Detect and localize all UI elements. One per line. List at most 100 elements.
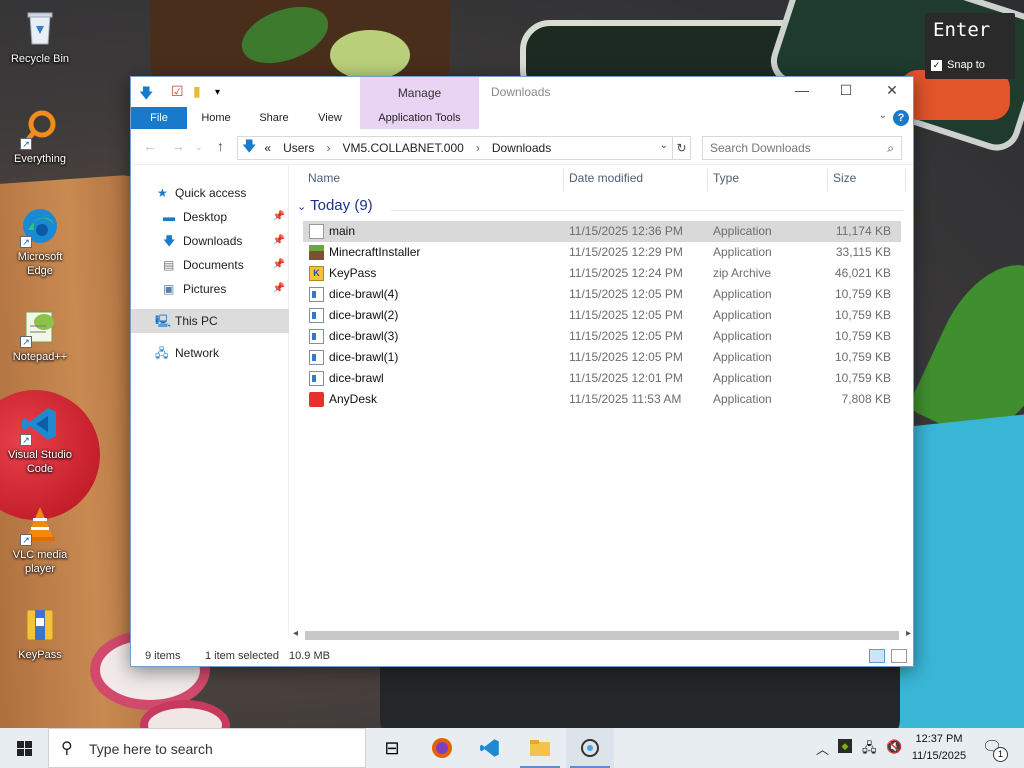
desktop-icon-recycle-bin[interactable]: Recycle Bin <box>4 8 76 66</box>
breadcrumb-downloads[interactable]: Downloads <box>492 141 551 155</box>
horizontal-scrollbar[interactable]: ◂ ▸ <box>291 628 913 642</box>
file-row[interactable]: dice-brawl 11/15/2025 12:01 PM Application… <box>303 368 901 389</box>
file-date-modified: 11/15/2025 12:29 PM <box>569 245 683 259</box>
breadcrumb-vm5[interactable]: VM5.COLLABNET.000 <box>342 141 463 155</box>
scroll-right-icon[interactable]: ▸ <box>906 628 911 639</box>
clock[interactable]: 12:37 PM 11/15/2025 <box>908 731 970 765</box>
nav-documents[interactable]: ▤ Documents 📌 <box>131 253 289 277</box>
desktop-icon-vscode[interactable]: ↗ Visual Studio Code <box>4 404 76 476</box>
file-row[interactable]: AnyDesk 11/15/2025 11:53 AM Application 7,8… <box>303 389 901 410</box>
tab-home[interactable]: Home <box>191 107 241 129</box>
column-header-date-modified[interactable]: Date modified <box>569 165 643 191</box>
tab-application-tools[interactable]: Application Tools <box>360 107 479 129</box>
details-view-icon[interactable] <box>869 649 885 663</box>
address-bar[interactable]: 🡇 « Users › VM5.COLLABNET.000 › Download… <box>237 136 673 160</box>
firefox-icon[interactable] <box>418 728 466 768</box>
nav-quick-access[interactable]: ★ Quick access <box>131 181 289 205</box>
desktop-icon-notepad-plus-plus[interactable]: ↗ Notepad++ <box>4 306 76 364</box>
file-size: 10,759 KB <box>834 371 891 385</box>
file-date-modified: 11/15/2025 12:05 PM <box>569 287 683 301</box>
nav-downloads[interactable]: 🡇 Downloads 📌 <box>131 229 289 253</box>
desktop-icon-everything[interactable]: ↗ Everything <box>4 108 76 166</box>
forward-button[interactable]: → <box>171 138 185 154</box>
status-bar: 9 items 1 item selected 10.9 MB <box>131 645 913 667</box>
everything-search-icon: ↗ <box>20 108 60 150</box>
file-row[interactable]: dice-brawl(3) 11/15/2025 12:05 PM Applicat… <box>303 326 901 347</box>
collapse-chevron-icon[interactable]: ⌄ <box>297 201 306 213</box>
file-explorer-icon[interactable] <box>516 728 564 768</box>
nav-label: Desktop <box>183 210 228 224</box>
task-view-icon[interactable]: ⊟ <box>368 728 416 768</box>
column-divider[interactable] <box>563 169 564 191</box>
search-icon: ⚲ <box>61 740 73 757</box>
tab-file[interactable]: File <box>131 107 187 129</box>
pin-icon[interactable]: 📌 <box>273 277 285 301</box>
manage-contextual-tab[interactable]: Manage <box>360 77 479 107</box>
pin-icon[interactable]: 📌 <box>273 253 285 277</box>
keypass-icon <box>20 604 60 644</box>
group-header-today[interactable]: ⌄ Today (9) <box>297 197 373 214</box>
properties-quick-access-icon[interactable]: ☑ <box>171 83 184 100</box>
large-icons-view-icon[interactable] <box>891 649 907 663</box>
minecraft-icon <box>309 245 324 260</box>
checkbox-checked-icon[interactable]: ✓ <box>931 59 942 71</box>
file-row[interactable]: MinecraftInstaller 11/15/2025 12:29 PM App… <box>303 242 901 263</box>
scrollbar-thumb[interactable] <box>305 631 899 640</box>
up-button[interactable]: ↑ <box>217 138 224 154</box>
address-overflow[interactable]: « <box>264 141 271 155</box>
show-hidden-icons-chevron-icon[interactable]: ︿ <box>816 739 829 758</box>
pin-icon[interactable]: 📌 <box>273 229 285 253</box>
column-divider[interactable] <box>707 169 708 191</box>
pin-icon[interactable]: 📌 <box>273 205 285 229</box>
breadcrumb-separator-icon[interactable]: › <box>476 141 480 155</box>
desktop-icon-keypass[interactable]: KeyPass <box>4 604 76 662</box>
file-row[interactable]: K KeyPass 11/15/2025 12:24 PM zip Archive 46… <box>303 263 901 284</box>
file-row[interactable]: dice-brawl(1) 11/15/2025 12:05 PM Applicat… <box>303 347 901 368</box>
volume-muted-icon[interactable]: 🔇 <box>886 739 902 755</box>
close-button[interactable]: ✕ <box>877 82 907 102</box>
column-divider[interactable] <box>905 169 906 191</box>
desktop-icon-edge[interactable]: ↗ Microsoft Edge <box>4 206 76 278</box>
nav-network[interactable]: 🖧 Network <box>131 341 289 365</box>
breadcrumb-separator-icon[interactable]: › <box>326 141 330 155</box>
column-header-name[interactable]: Name <box>308 165 340 191</box>
search-input[interactable]: Search Downloads ⌕ <box>702 136 902 160</box>
back-button[interactable]: ← <box>143 138 157 154</box>
edge-icon: ↗ <box>20 206 60 248</box>
file-size: 46,021 KB <box>834 266 891 280</box>
file-row[interactable]: dice-brawl(4) 11/15/2025 12:05 PM Applicat… <box>303 284 901 305</box>
nvidia-tray-icon[interactable]: ◆ <box>838 739 852 753</box>
column-header-size[interactable]: Size <box>833 165 856 191</box>
tab-view[interactable]: View <box>307 107 353 129</box>
scroll-left-icon[interactable]: ◂ <box>293 628 298 639</box>
expand-ribbon-icon[interactable]: ⌄ <box>879 110 887 121</box>
address-dropdown-icon[interactable]: ⌄ <box>660 140 668 151</box>
file-row[interactable]: dice-brawl(2) 11/15/2025 12:05 PM Applicat… <box>303 305 901 326</box>
file-row[interactable]: main 11/15/2025 12:36 PM Application 11,174… <box>303 221 901 242</box>
taskbar: ⚲ Type here to search ⊟ ︿ ◆ 🖧 🔇 12:37 PM… <box>0 728 1024 768</box>
refresh-button[interactable]: ↻ <box>673 136 691 160</box>
desktop-icon-vlc[interactable]: ↗ VLC media player <box>4 504 76 576</box>
start-button[interactable] <box>0 728 48 768</box>
tab-share[interactable]: Share <box>251 107 297 129</box>
breadcrumb-users[interactable]: Users <box>283 141 314 155</box>
vscode-icon[interactable] <box>466 728 514 768</box>
column-divider[interactable] <box>827 169 828 191</box>
network-tray-icon[interactable]: 🖧 <box>862 739 877 761</box>
snipping-tool-icon[interactable] <box>566 728 614 768</box>
nav-desktop[interactable]: ▬ Desktop 📌 <box>131 205 289 229</box>
search-icon: ⌕ <box>887 141 894 155</box>
taskbar-search-box[interactable]: ⚲ Type here to search <box>48 728 366 768</box>
customize-quick-access-dropdown-icon[interactable]: ▾ <box>215 87 220 98</box>
nav-pictures[interactable]: ▣ Pictures 📌 <box>131 277 289 301</box>
minimize-button[interactable]: — <box>787 82 817 102</box>
application-icon <box>309 308 324 323</box>
recent-locations-icon[interactable]: ⌄ <box>195 142 203 153</box>
new-folder-quick-access-icon[interactable]: ▮ <box>193 83 201 100</box>
maximize-button[interactable]: ☐ <box>831 82 861 102</box>
nav-this-pc[interactable]: 🖳 This PC <box>131 309 289 333</box>
help-icon[interactable]: ? <box>893 110 909 126</box>
pictures-folder-icon: ▣ <box>163 282 175 296</box>
column-header-type[interactable]: Type <box>713 165 739 191</box>
snap-to-option[interactable]: ✓ Snap to <box>931 59 985 71</box>
